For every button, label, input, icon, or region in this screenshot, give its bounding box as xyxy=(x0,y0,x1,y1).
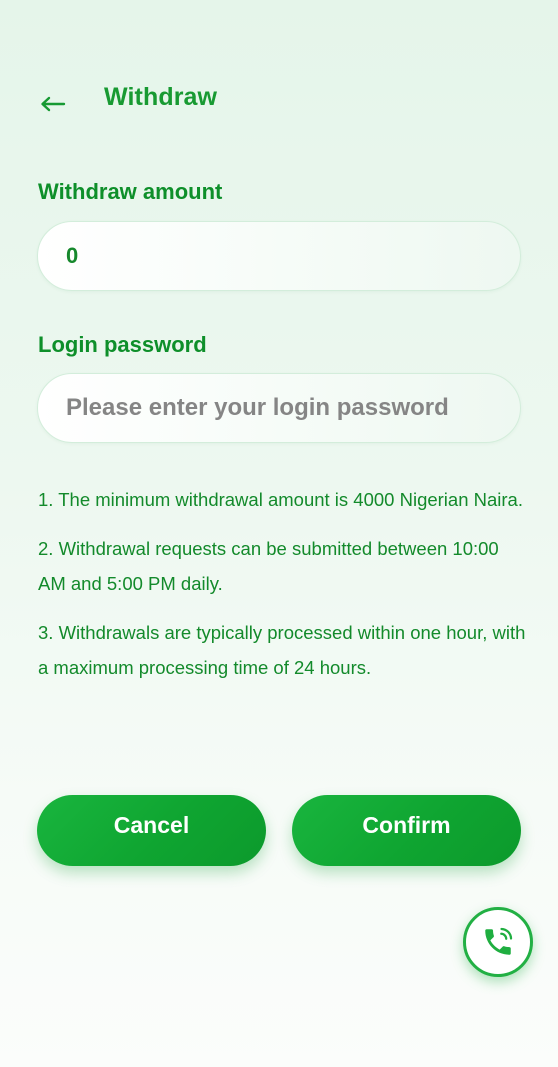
rule-item: 3. Withdrawals are typically processed w… xyxy=(38,622,526,678)
header-bar: Withdraw xyxy=(0,70,558,130)
customer-service-button[interactable] xyxy=(463,907,533,977)
arrow-left-icon xyxy=(41,96,66,112)
login-password-field xyxy=(37,373,521,443)
login-password-input[interactable] xyxy=(66,374,496,442)
rule-item: 2. Withdrawal requests can be submitted … xyxy=(38,538,499,594)
withdraw-rules: 1. The minimum withdrawal amount is 4000… xyxy=(38,482,528,699)
back-button[interactable] xyxy=(40,82,86,126)
confirm-button[interactable]: Confirm xyxy=(292,795,521,866)
withdraw-amount-field xyxy=(37,221,521,291)
login-password-label: Login password xyxy=(38,332,207,357)
withdraw-amount-input[interactable] xyxy=(66,222,496,290)
withdraw-amount-label: Withdraw amount xyxy=(38,179,223,204)
page-title: Withdraw xyxy=(104,83,218,111)
rule-item: 1. The minimum withdrawal amount is 4000… xyxy=(38,489,523,510)
phone-icon xyxy=(485,927,513,955)
cancel-button[interactable]: Cancel xyxy=(37,795,266,866)
